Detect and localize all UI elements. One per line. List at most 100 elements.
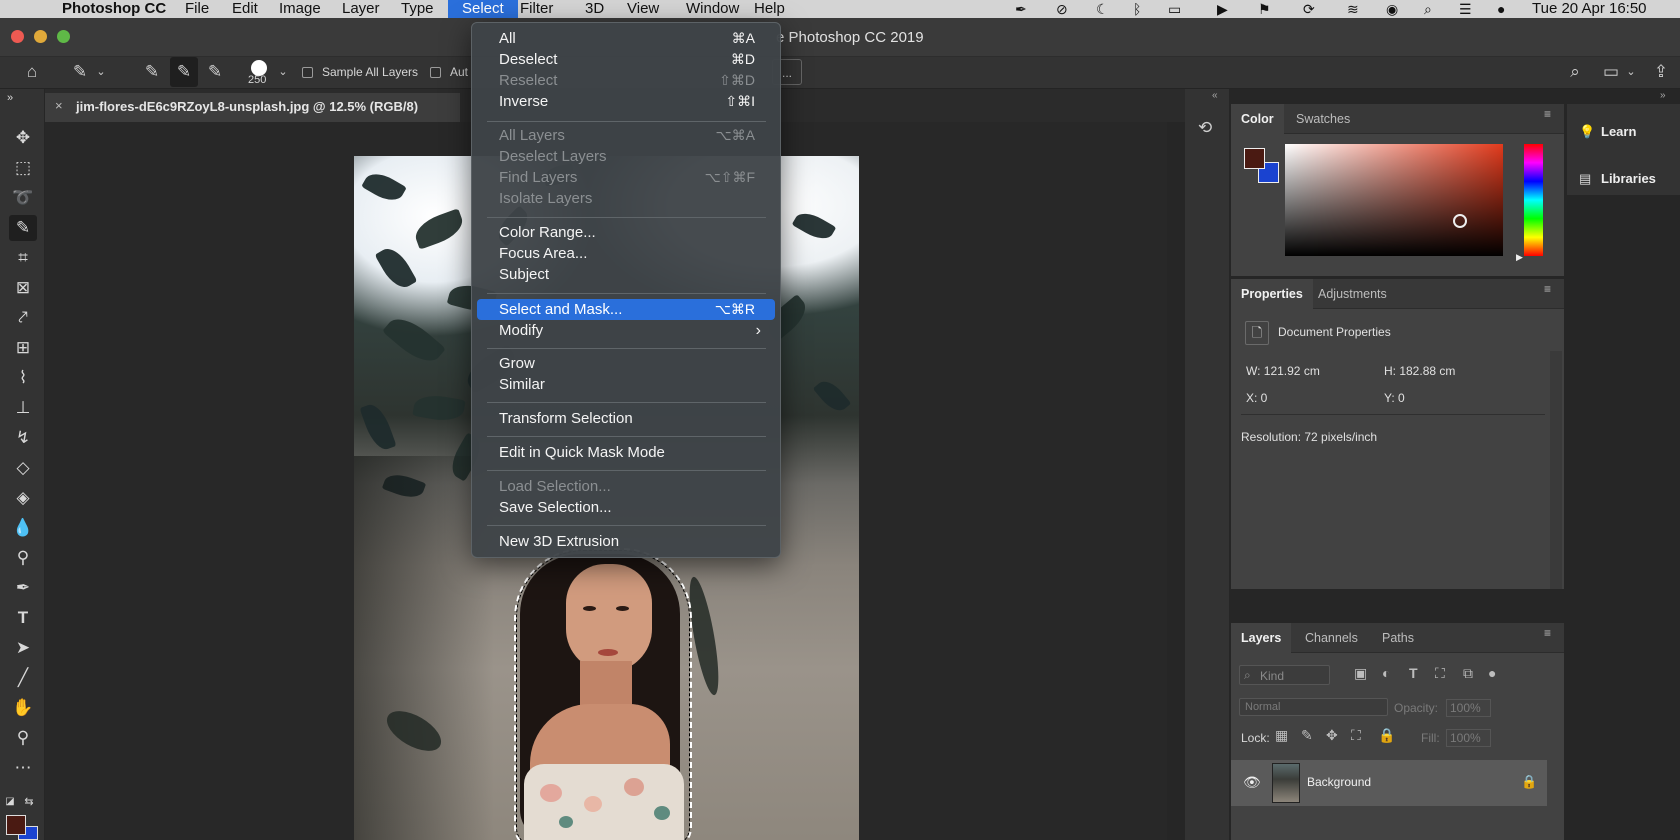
- control-center-icon[interactable]: ☰: [1459, 0, 1472, 18]
- dodge-tool-icon[interactable]: ⚲: [9, 545, 37, 571]
- shape-filter-icon[interactable]: ⛶: [1435, 665, 1445, 682]
- search-icon[interactable]: ⌕: [1562, 57, 1588, 87]
- properties-scrollbar[interactable]: [1550, 351, 1562, 589]
- menu-type[interactable]: Type: [401, 0, 434, 18]
- menu-item-subject[interactable]: Subject: [477, 264, 775, 285]
- auto-enhance-checkbox[interactable]: [430, 67, 441, 78]
- lock-artboard-icon[interactable]: ⛶: [1351, 727, 1361, 744]
- menu-edit[interactable]: Edit: [232, 0, 258, 18]
- menu-item-all-layers[interactable]: All Layers⌥⌘A: [477, 125, 775, 146]
- type-tool-icon[interactable]: T: [9, 605, 37, 631]
- menu-layer[interactable]: Layer: [342, 0, 380, 18]
- menu-item-find-layers[interactable]: Find Layers⌥⇧⌘F: [477, 167, 775, 188]
- wifi-icon[interactable]: ≋: [1347, 0, 1359, 18]
- marquee-tool-icon[interactable]: ⬚: [9, 155, 37, 181]
- foreground-color-swatch[interactable]: [6, 815, 26, 835]
- tab-color[interactable]: Color: [1231, 104, 1284, 134]
- tab-paths[interactable]: Paths: [1372, 623, 1424, 653]
- layer-lock-icon[interactable]: 🔒: [1521, 774, 1537, 790]
- chevron-down-icon[interactable]: ⌄: [94, 57, 108, 87]
- default-colors-icon[interactable]: ◪: [3, 789, 17, 815]
- lock-transparent-pixels-icon[interactable]: ▦: [1275, 727, 1288, 744]
- brush-picker-chevron-icon[interactable]: ⌄: [276, 57, 290, 87]
- menu-3d[interactable]: 3D: [585, 0, 604, 18]
- menu-filter[interactable]: Filter: [520, 0, 553, 18]
- menu-item-reselect[interactable]: Reselect⇧⌘D: [477, 70, 775, 91]
- lasso-tool-icon[interactable]: ➰: [9, 185, 37, 211]
- document-tab[interactable]: × jim-flores-dE6c9RZoyL8-unsplash.jpg @ …: [45, 93, 460, 122]
- zoom-tool-icon[interactable]: ⚲: [9, 725, 37, 751]
- width-value[interactable]: W: 121.92 cm: [1246, 364, 1320, 378]
- menu-image[interactable]: Image: [279, 0, 321, 18]
- opacity-field[interactable]: 100%: [1446, 699, 1491, 717]
- learn-button[interactable]: 💡Learn: [1579, 117, 1679, 147]
- paint-bucket-tool-icon[interactable]: ◈: [9, 485, 37, 511]
- menu-item-deselect-layers[interactable]: Deselect Layers: [477, 146, 775, 167]
- layer-name[interactable]: Background: [1307, 775, 1371, 789]
- menu-select[interactable]: Select: [448, 0, 518, 18]
- clone-stamp-tool-icon[interactable]: ⊥: [9, 395, 37, 421]
- tab-swatches[interactable]: Swatches: [1286, 104, 1360, 134]
- subtract-from-selection-icon[interactable]: ✎: [201, 57, 229, 87]
- menu-item-deselect[interactable]: Deselect⌘D: [477, 49, 775, 70]
- zoom-window-button[interactable]: [57, 30, 70, 43]
- adjustment-filter-icon[interactable]: ◐: [1382, 665, 1390, 681]
- play-status-icon[interactable]: ▶: [1217, 0, 1228, 18]
- bluetooth-icon[interactable]: ᛒ: [1133, 0, 1141, 18]
- hue-slider-handle-icon[interactable]: ▶: [1516, 252, 1523, 263]
- collapse-toolbar-icon[interactable]: »: [2, 91, 18, 105]
- menu-bar-clock[interactable]: Tue 20 Apr 16:50: [1532, 0, 1647, 18]
- panel-menu-icon[interactable]: ≡: [1544, 112, 1556, 117]
- siri-icon[interactable]: ●: [1497, 0, 1505, 18]
- menu-item-quick-mask[interactable]: Edit in Quick Mask Mode: [477, 442, 775, 463]
- libraries-button[interactable]: ▤Libraries: [1579, 164, 1679, 194]
- y-value[interactable]: Y: 0: [1384, 391, 1405, 405]
- menu-window[interactable]: Window: [686, 0, 739, 18]
- smart-object-filter-icon[interactable]: ⧉: [1463, 665, 1473, 682]
- frame-tool-icon[interactable]: ⊠: [9, 275, 37, 301]
- path-selection-tool-icon[interactable]: ➤: [9, 635, 37, 661]
- battery-icon[interactable]: ▭: [1168, 0, 1181, 18]
- menu-item-color-range[interactable]: Color Range...: [477, 222, 775, 243]
- do-not-disturb-icon[interactable]: ⊘: [1056, 0, 1068, 18]
- pen-tool-icon[interactable]: ✒: [9, 575, 37, 601]
- new-selection-icon[interactable]: ✎: [138, 57, 166, 87]
- tab-channels[interactable]: Channels: [1295, 623, 1368, 653]
- workspace-icon[interactable]: ▭: [1598, 57, 1624, 87]
- lock-all-icon[interactable]: 🔒: [1378, 727, 1395, 744]
- tab-layers[interactable]: Layers: [1231, 623, 1291, 653]
- sample-all-layers-checkbox[interactable]: [302, 67, 313, 78]
- panel-menu-icon[interactable]: ≡: [1544, 631, 1556, 636]
- home-icon[interactable]: ⌂: [18, 57, 46, 87]
- user-icon[interactable]: ◉: [1386, 0, 1398, 18]
- menu-item-save-selection[interactable]: Save Selection...: [477, 497, 775, 518]
- eyedropper-tool-icon[interactable]: ⤤: [9, 305, 37, 331]
- menu-file[interactable]: File: [185, 0, 209, 18]
- menu-item-select-and-mask[interactable]: Select and Mask...⌥⌘R: [477, 299, 775, 320]
- sync-icon[interactable]: ⟳: [1303, 0, 1315, 18]
- menu-item-grow[interactable]: Grow: [477, 353, 775, 374]
- more-tools-icon[interactable]: ⋯: [9, 755, 37, 781]
- lock-position-icon[interactable]: ✥: [1326, 727, 1338, 744]
- hue-slider[interactable]: [1524, 144, 1543, 256]
- menu-item-isolate-layers[interactable]: Isolate Layers: [477, 188, 775, 209]
- apple-menu-icon[interactable]: [27, 0, 43, 18]
- eraser-tool-icon[interactable]: ◇: [9, 455, 37, 481]
- minimize-window-button[interactable]: [34, 30, 47, 43]
- healing-brush-tool-icon[interactable]: ⊞: [9, 335, 37, 361]
- blur-tool-icon[interactable]: 💧: [9, 515, 37, 541]
- collapse-learn-icon[interactable]: »: [1660, 90, 1666, 101]
- pixel-filter-icon[interactable]: ▣: [1354, 665, 1367, 682]
- color-field[interactable]: [1285, 144, 1503, 256]
- type-filter-icon[interactable]: T: [1409, 665, 1418, 681]
- quick-selection-preset-icon[interactable]: ✎: [66, 57, 94, 87]
- tab-adjustments[interactable]: Adjustments: [1308, 279, 1397, 309]
- tab-properties[interactable]: Properties: [1231, 279, 1313, 309]
- layer-row-background[interactable]: 👁 Background 🔒: [1231, 760, 1547, 806]
- menu-help[interactable]: Help: [754, 0, 785, 18]
- menu-item-all[interactable]: All⌘A: [477, 28, 775, 49]
- add-to-selection-icon[interactable]: ✎: [170, 57, 198, 87]
- menu-item-transform-selection[interactable]: Transform Selection: [477, 408, 775, 429]
- flag-icon[interactable]: ⚑: [1258, 0, 1271, 18]
- spotlight-search-icon[interactable]: ⌕: [1424, 0, 1432, 18]
